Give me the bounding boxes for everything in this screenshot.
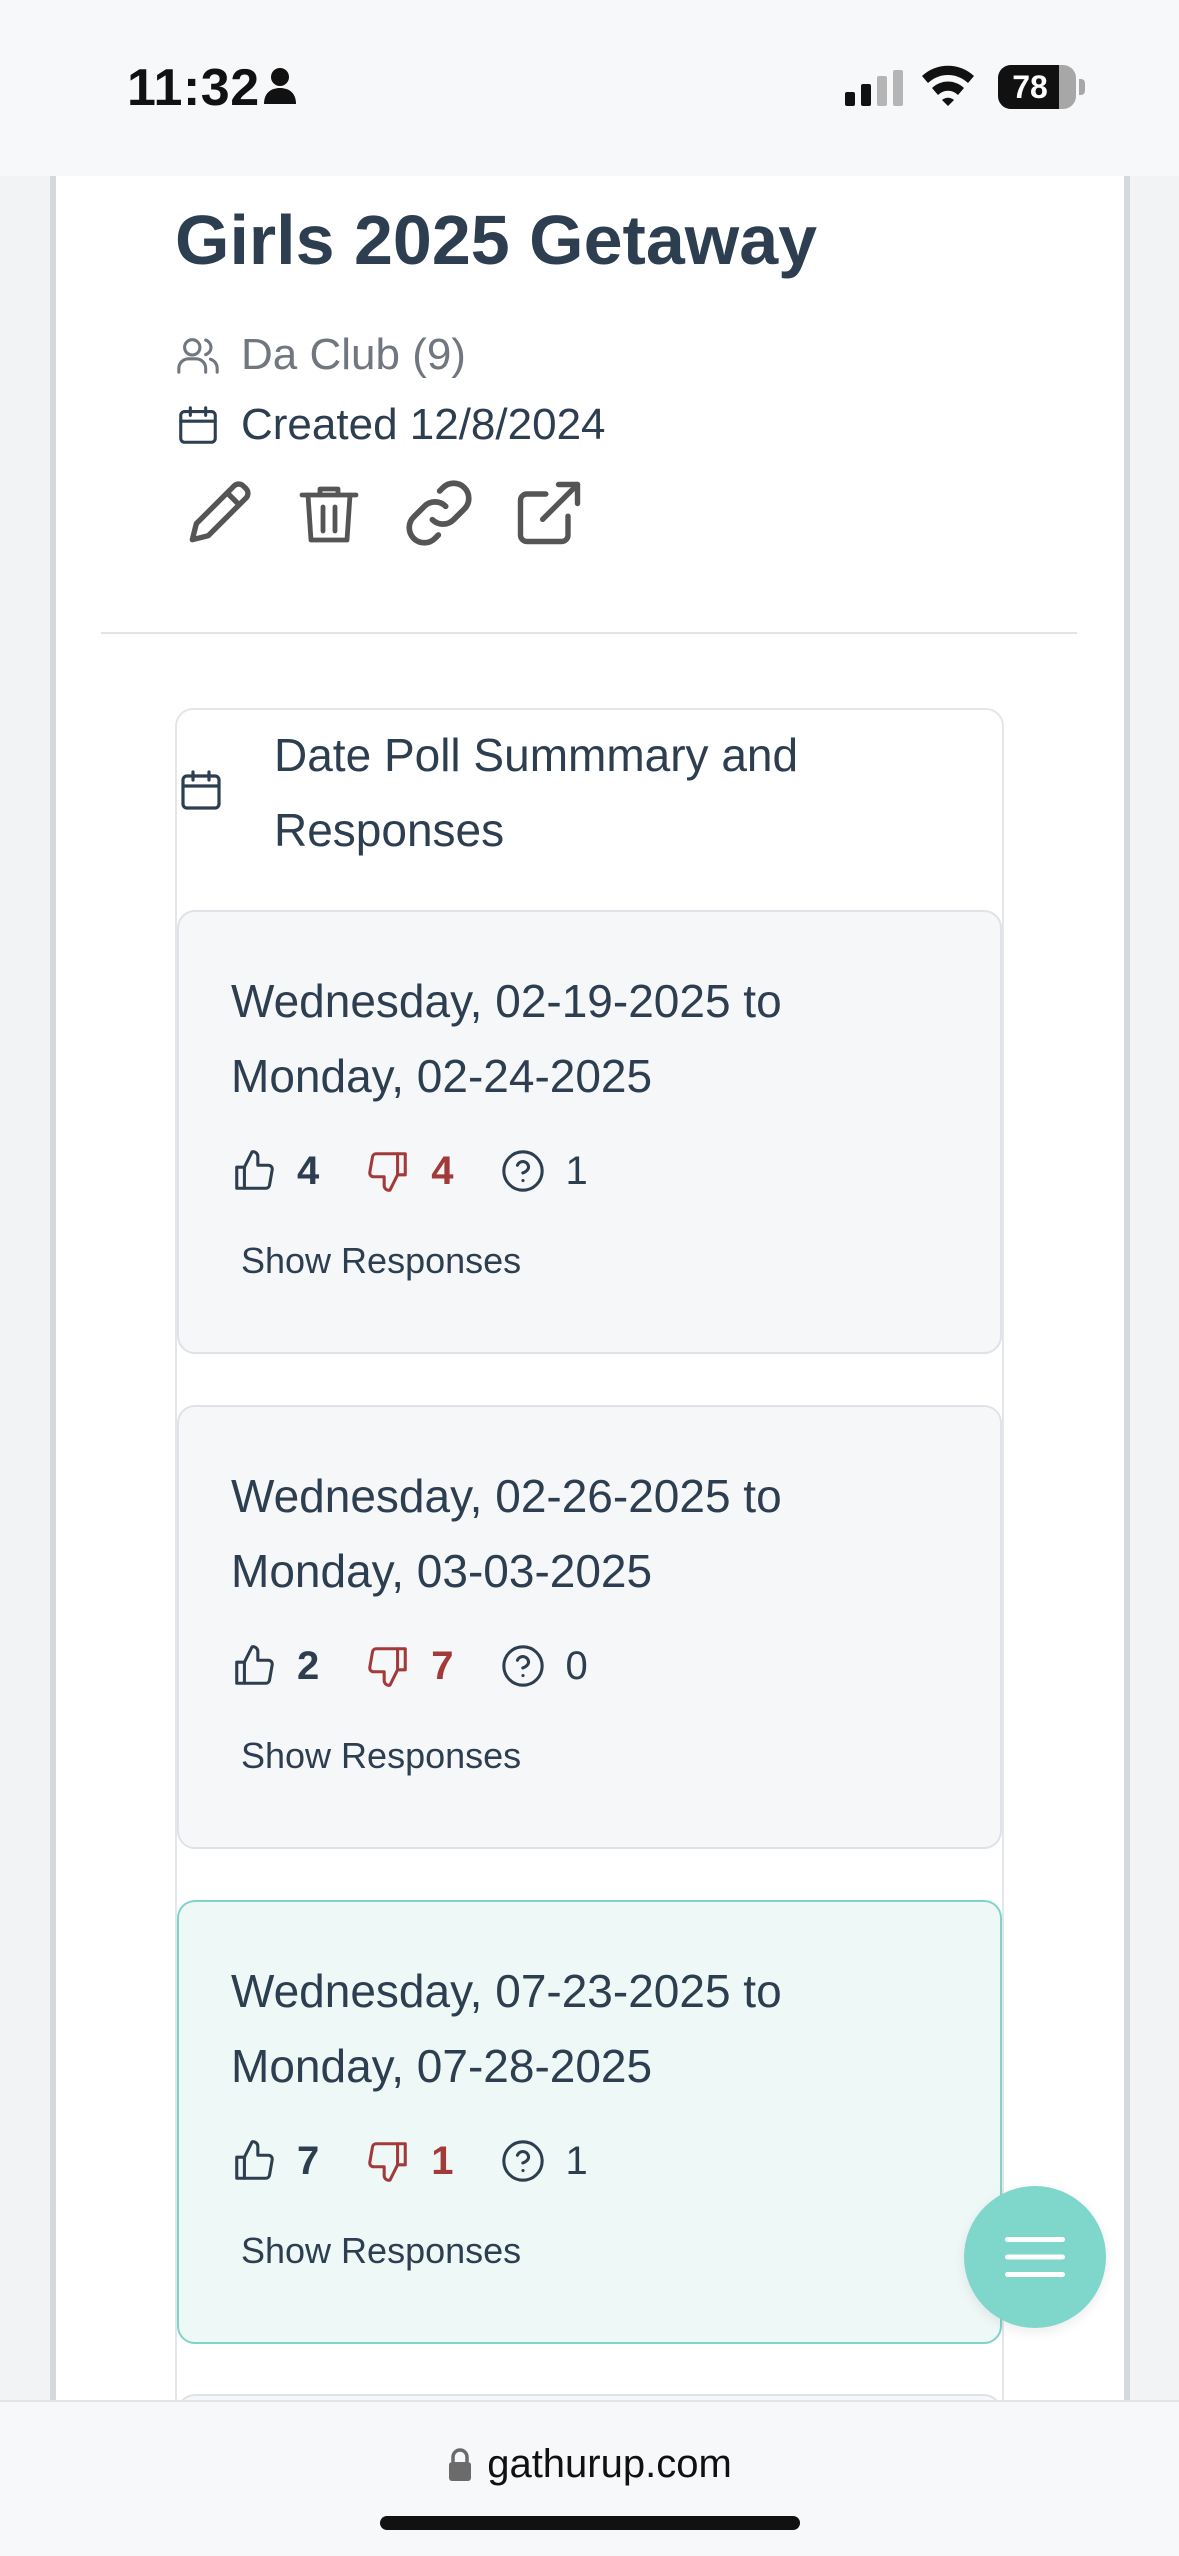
event-created-label: Created 12/8/2024 (241, 400, 606, 449)
question-icon (501, 1150, 544, 1192)
calendar-icon (181, 770, 221, 810)
browser-url-bar[interactable]: gathurup.com (0, 2400, 1179, 2556)
yes-count: 7 (297, 2138, 320, 2183)
date-range-start: Wednesday, 02-19-2025 to (231, 975, 782, 1027)
maybe-count: 0 (565, 1643, 588, 1688)
event-created: Created 12/8/2024 (175, 400, 606, 450)
url-text: gathurup.com (487, 2442, 732, 2486)
date-range-end: Monday, 07-28-2025 (231, 2040, 653, 2092)
date-range-start: Wednesday, 02-26-2025 to (231, 1470, 782, 1522)
link-icon (406, 480, 472, 546)
thumbs-up-icon (235, 1150, 274, 1190)
url-display[interactable]: gathurup.com (0, 2442, 1179, 2487)
show-responses-button[interactable]: Show Responses (241, 1735, 521, 1777)
maybe-count: 1 (565, 2138, 588, 2183)
battery-tip (1079, 79, 1085, 95)
trash-icon (299, 486, 359, 543)
vote-tally: 4 4 1 (231, 1148, 634, 1194)
event-title: Girls 2025 Getaway (175, 201, 818, 279)
no-count: 1 (431, 2138, 454, 2183)
thumbs-down-icon (368, 1647, 408, 1687)
date-poll-header: Date Poll Summmary and Responses (175, 708, 1004, 908)
date-option-card-highlighted: Wednesday, 07-23-2025 to Monday, 07-28-2… (177, 1900, 1002, 2344)
event-actions (178, 472, 590, 554)
home-indicator[interactable] (380, 2516, 800, 2530)
person-icon (264, 68, 296, 104)
battery-icon: 78 (998, 65, 1076, 109)
date-poll-title: Date Poll Summmary and Responses (274, 729, 799, 856)
hamburger-menu-icon (1005, 2237, 1065, 2277)
users-icon (177, 338, 219, 374)
menu-fab-button[interactable] (964, 2186, 1106, 2328)
date-option-card: Wednesday, 02-26-2025 to Monday, 03-03-2… (177, 1405, 1002, 1849)
question-icon (501, 2140, 544, 2182)
show-responses-button[interactable]: Show Responses (241, 1240, 521, 1282)
vote-tally: 7 1 1 (231, 2138, 634, 2184)
no-count: 4 (431, 1148, 454, 1193)
status-bar: 11:32 78 (0, 0, 1179, 176)
vote-tally: 2 7 0 (231, 1643, 634, 1689)
copy-link-button[interactable] (398, 472, 480, 554)
delete-button[interactable] (288, 472, 370, 554)
event-group[interactable]: Da Club (9) (175, 330, 466, 380)
question-icon (501, 1645, 544, 1687)
thumbs-up-icon (235, 1645, 274, 1685)
no-count: 7 (431, 1643, 454, 1688)
thumbs-down-icon (368, 1152, 408, 1192)
lock-icon (449, 2447, 472, 2481)
wifi-icon (922, 65, 974, 106)
yes-count: 4 (297, 1148, 320, 1193)
calendar-icon (179, 406, 217, 444)
maybe-count: 1 (565, 1148, 588, 1193)
battery-percent: 78 (1012, 69, 1048, 105)
date-option-card: Wednesday, 02-19-2025 to Monday, 02-24-2… (177, 910, 1002, 1354)
thumbs-up-icon (235, 2140, 274, 2180)
divider (101, 632, 1077, 634)
show-responses-button[interactable]: Show Responses (241, 2230, 521, 2272)
edit-icon (189, 481, 251, 543)
date-range-start: Wednesday, 07-23-2025 to (231, 1965, 782, 2017)
page-edge-right (1124, 176, 1130, 2400)
edit-button[interactable] (178, 472, 260, 554)
date-range: Wednesday, 02-19-2025 to Monday, 02-24-2… (231, 964, 951, 1114)
signal-icon (845, 70, 903, 106)
date-range: Wednesday, 02-26-2025 to Monday, 03-03-2… (231, 1459, 951, 1609)
thumbs-down-icon (368, 2142, 408, 2182)
date-range-end: Monday, 03-03-2025 (231, 1545, 653, 1597)
date-range: Wednesday, 07-23-2025 to Monday, 07-28-2… (231, 1954, 951, 2104)
event-group-label: Da Club (9) (241, 330, 466, 379)
date-range-end: Monday, 02-24-2025 (231, 1050, 653, 1102)
external-link-icon (517, 481, 581, 545)
status-time: 11:32 (127, 59, 260, 117)
yes-count: 2 (297, 1643, 320, 1688)
share-button[interactable] (508, 472, 590, 554)
